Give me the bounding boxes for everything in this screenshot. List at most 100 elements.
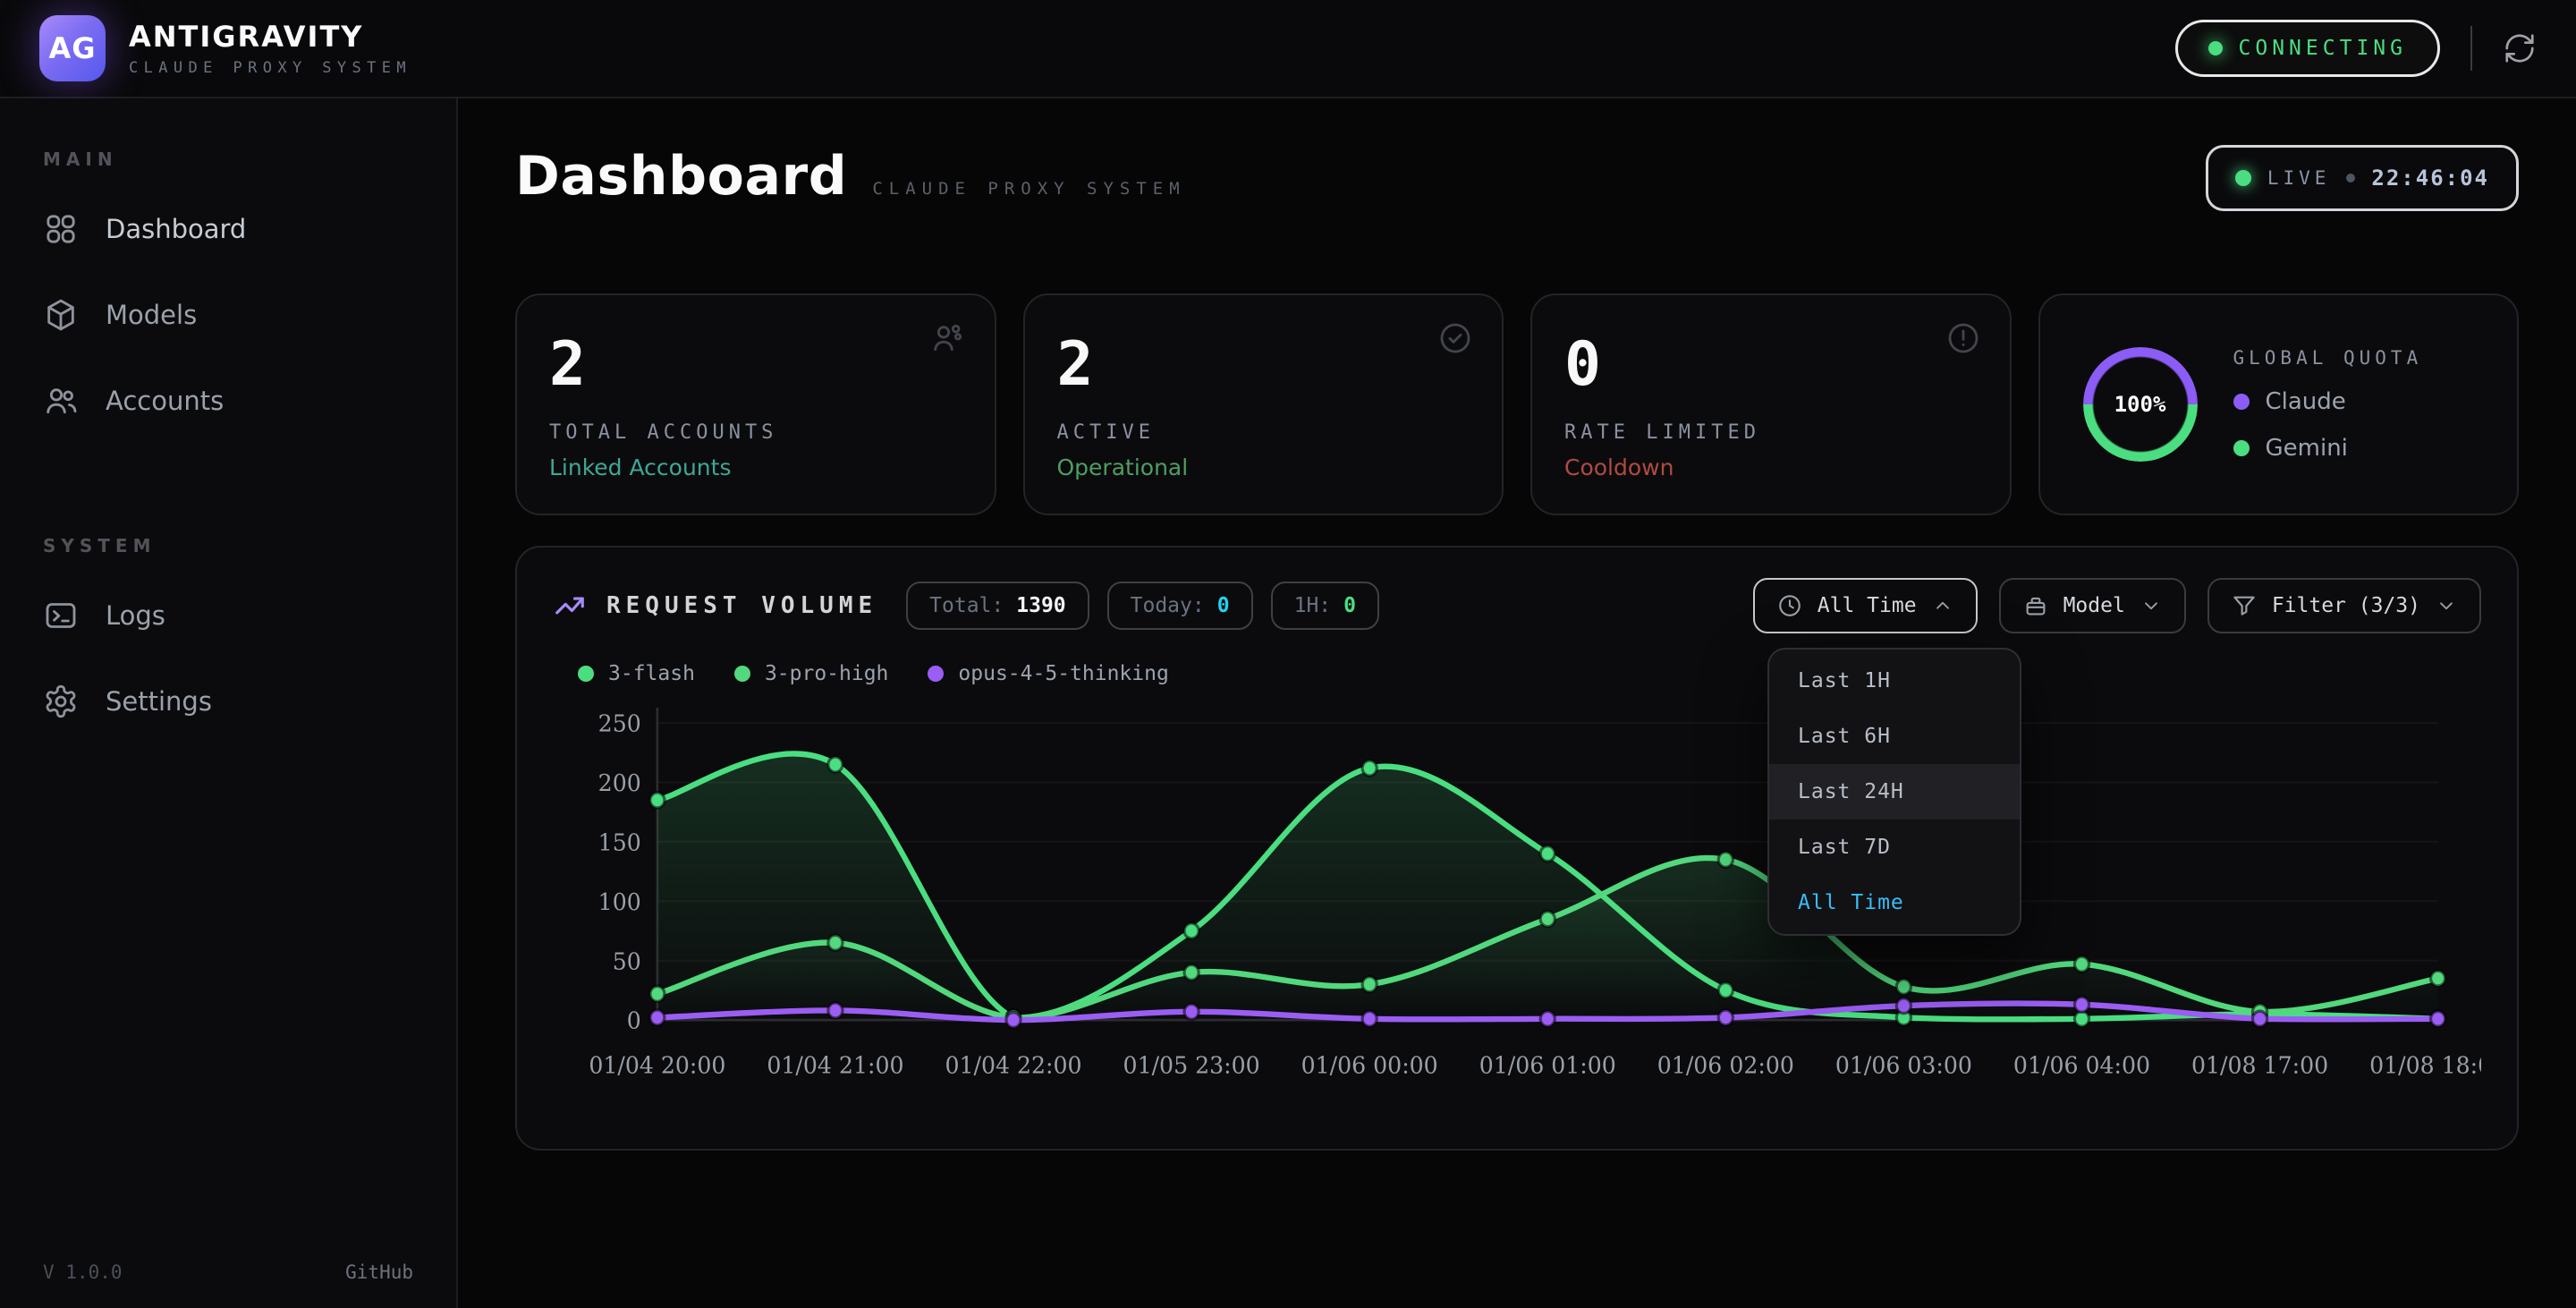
quota-label: GLOBAL QUOTA (2233, 347, 2423, 369)
stat-value: 2 (1057, 329, 1470, 400)
request-volume-chart: 05010015020025001/04 20:0001/04 21:0001/… (553, 692, 2481, 1108)
dropdown-item[interactable]: Last 6H (1769, 709, 2020, 764)
svg-text:01/08 18:00: 01/08 18:00 (2369, 1052, 2481, 1080)
sidebar-section-system: SYSTEM (43, 535, 456, 556)
quota-legend-item: Gemini (2233, 435, 2423, 462)
sidebar-item-label: Dashboard (106, 214, 246, 244)
svg-text:01/06 02:00: 01/06 02:00 (1657, 1052, 1794, 1080)
sidebar-item-accounts[interactable]: Accounts (18, 363, 438, 438)
live-label: LIVE (2267, 167, 2331, 189)
dropdown-item[interactable]: All Time (1769, 875, 2020, 930)
sidebar-item-settings[interactable]: Settings (18, 664, 438, 739)
legend-label: opus-4-5-thinking (958, 662, 1168, 685)
refresh-icon[interactable] (2503, 31, 2537, 65)
legend-label: 3-flash (608, 662, 695, 685)
chevron-up-icon (1931, 594, 1954, 617)
pill-label: 1H: (1294, 594, 1332, 617)
separator-dot (2346, 174, 2355, 183)
time-range-dropdown: Last 1HLast 6HLast 24HLast 7DAll Time (1767, 648, 2021, 936)
stat-card-active: 2 ACTIVE Operational (1023, 293, 1504, 515)
users-icon (43, 383, 79, 419)
sidebar-item-models[interactable]: Models (18, 277, 438, 352)
chart-legend: 3-flash 3-pro-high opus-4-5-thinking (578, 662, 2481, 685)
svg-text:01/04 20:00: 01/04 20:00 (589, 1052, 725, 1080)
check-circle-icon (1437, 320, 1473, 356)
sidebar-item-logs[interactable]: Logs (18, 578, 438, 653)
sidebar-item-label: Logs (106, 600, 165, 631)
stat-label: ACTIVE (1057, 421, 1470, 444)
time-range-label: All Time (1818, 594, 1917, 617)
model-box-icon (2022, 592, 2049, 619)
svg-text:200: 200 (598, 769, 641, 797)
svg-text:0: 0 (627, 1007, 641, 1035)
grid-icon (43, 211, 79, 247)
legend-dot (928, 666, 944, 682)
sidebar-item-label: Models (106, 300, 197, 330)
svg-text:01/08 17:00: 01/08 17:00 (2191, 1052, 2328, 1080)
stat-sublabel: Cooldown (1564, 454, 1978, 480)
legend-label: 3-pro-high (765, 662, 888, 685)
stat-value: 0 (1564, 329, 1978, 400)
github-link[interactable]: GitHub (345, 1261, 413, 1283)
brand: ANTIGRAVITY CLAUDE PROXY SYSTEM (129, 20, 411, 77)
funnel-icon (2231, 592, 2258, 619)
request-volume-panel: REQUEST VOLUME Total: 1390 Today: 0 1H: … (515, 546, 2519, 1151)
chart-legend-item[interactable]: 3-flash (578, 662, 695, 685)
svg-text:01/05 23:00: 01/05 23:00 (1123, 1052, 1260, 1080)
svg-text:01/04 22:00: 01/04 22:00 (945, 1052, 1081, 1080)
app-subtitle: CLAUDE PROXY SYSTEM (129, 59, 411, 77)
legend-label: Claude (2266, 388, 2346, 415)
stat-label: RATE LIMITED (1564, 421, 1978, 444)
chevron-down-icon (2435, 594, 2458, 617)
page-title: Dashboard (515, 145, 847, 208)
stat-label: TOTAL ACCOUNTS (549, 421, 962, 444)
version-label: V 1.0.0 (43, 1261, 123, 1283)
stat-sublabel: Operational (1057, 454, 1470, 480)
alert-circle-icon (1945, 320, 1981, 356)
filter-button[interactable]: Filter (3/3) (2207, 578, 2481, 633)
pill-label: Today: (1131, 594, 1205, 617)
status-dot (2208, 41, 2223, 55)
svg-text:01/06 01:00: 01/06 01:00 (1479, 1052, 1616, 1080)
main-content: Dashboard CLAUDE PROXY SYSTEM LIVE 22:46… (458, 98, 2576, 1308)
page-subtitle: CLAUDE PROXY SYSTEM (872, 179, 1185, 199)
chevron-down-icon (2140, 594, 2163, 617)
legend-dot (2233, 440, 2250, 456)
gear-icon (43, 684, 79, 719)
svg-text:150: 150 (598, 829, 641, 857)
header-divider (2470, 26, 2472, 71)
chart-legend-item[interactable]: 3-pro-high (734, 662, 888, 685)
svg-text:01/06 03:00: 01/06 03:00 (1835, 1052, 1972, 1080)
sidebar-section-main: MAIN (43, 149, 456, 170)
terminal-icon (43, 598, 79, 633)
quota-percent: 100% (2083, 347, 2198, 462)
dropdown-item[interactable]: Last 1H (1769, 653, 2020, 709)
clock-icon (1776, 592, 1803, 619)
filter-label: Filter (3/3) (2272, 594, 2420, 617)
stat-card-total-accounts: 2 TOTAL ACCOUNTS Linked Accounts (515, 293, 996, 515)
sidebar: MAIN Dashboard Models (0, 98, 458, 1308)
svg-text:01/06 04:00: 01/06 04:00 (2013, 1052, 2150, 1080)
svg-text:01/06 00:00: 01/06 00:00 (1301, 1052, 1438, 1080)
model-filter-button[interactable]: Model (1999, 578, 2186, 633)
svg-text:50: 50 (613, 948, 641, 976)
connection-status-badge: CONNECTING (2175, 20, 2440, 77)
pill-label: Total: (929, 594, 1004, 617)
today-pill: Today: 0 (1107, 582, 1253, 630)
quota-legend-item: Claude (2233, 388, 2423, 415)
sidebar-item-dashboard[interactable]: Dashboard (18, 191, 438, 267)
stat-sublabel: Linked Accounts (549, 454, 962, 480)
trending-up-icon (553, 589, 587, 623)
legend-dot (2233, 394, 2250, 410)
dropdown-item[interactable]: Last 24H (1769, 764, 2020, 820)
time-range-button[interactable]: All Time (1753, 578, 1978, 633)
clock: 22:46:04 (2371, 166, 2489, 191)
hour-pill: 1H: 0 (1271, 582, 1379, 630)
legend-dot (734, 666, 750, 682)
dropdown-item[interactable]: Last 7D (1769, 820, 2020, 875)
legend-dot (578, 666, 594, 682)
panel-title: REQUEST VOLUME (606, 592, 877, 619)
svg-text:01/04 21:00: 01/04 21:00 (767, 1052, 903, 1080)
quota-legend: Claude Gemini (2233, 388, 2423, 462)
chart-legend-item[interactable]: opus-4-5-thinking (928, 662, 1168, 685)
